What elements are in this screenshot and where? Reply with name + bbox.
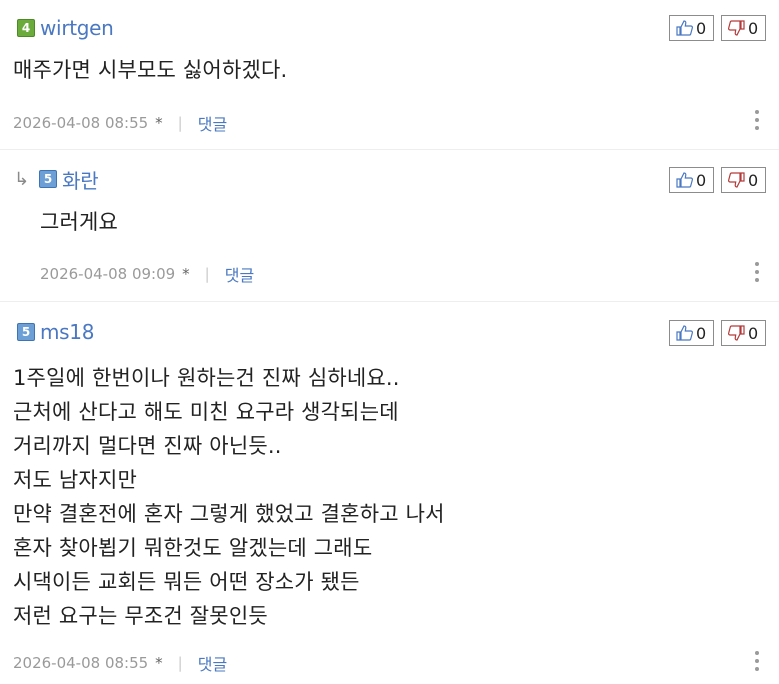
vote-group: 0 0: [669, 167, 766, 193]
reply-arrow-icon: ↳: [14, 168, 30, 190]
comment-datetime: 2026-04-08 08:55: [13, 654, 149, 672]
kebab-menu-icon[interactable]: [754, 651, 760, 671]
thumbs-down-icon: [728, 325, 745, 341]
dislike-button[interactable]: 0: [721, 320, 766, 346]
thumbs-down-icon: [728, 172, 745, 188]
meta-separator: |: [177, 654, 183, 672]
comment-line: 그러게요: [40, 210, 119, 234]
level-badge: 5: [17, 323, 35, 341]
nickname-link[interactable]: ms18: [40, 320, 94, 344]
dislike-button[interactable]: 0: [721, 167, 766, 193]
comment-item: 5 ms18 0 0 1주일에 한번이나 원하는건 진짜 심하네요.. 근처에 …: [0, 302, 779, 684]
kebab-menu-icon[interactable]: [754, 110, 760, 130]
kebab-menu-icon[interactable]: [754, 262, 760, 282]
comment-item: 4 wirtgen 0 0 매주가면 시부모도 싫어하겠다. 2026-04-0…: [0, 0, 779, 150]
like-count: 0: [696, 170, 707, 190]
comment-line: 저런 요구는 무조건 잘못인듯: [13, 604, 268, 628]
like-button[interactable]: 0: [669, 167, 714, 193]
comment-datetime: 2026-04-08 08:55: [13, 114, 149, 132]
like-count: 0: [696, 323, 707, 343]
comment-meta: 2026-04-08 08:55 * | 댓글: [13, 651, 227, 675]
comment-meta: 2026-04-08 09:09 * | 댓글: [40, 262, 254, 286]
comment-line: 저도 남자지만: [13, 468, 137, 492]
reply-link[interactable]: 댓글: [225, 262, 254, 286]
comment-body: 그러게요: [40, 205, 118, 239]
vote-group: 0 0: [669, 15, 766, 41]
like-button[interactable]: 0: [669, 320, 714, 346]
like-button[interactable]: 0: [669, 15, 714, 41]
nickname-link[interactable]: wirtgen: [40, 16, 114, 40]
comment-header: 5 ms18: [17, 319, 94, 345]
comment-meta: 2026-04-08 08:55 * | 댓글: [13, 111, 227, 135]
level-badge: 4: [17, 19, 35, 37]
comment-line: 시댁이든 교회든 뭐든 어떤 장소가 됐든: [13, 570, 360, 594]
thumbs-down-icon: [728, 20, 745, 36]
dislike-count: 0: [748, 18, 759, 38]
vote-group: 0 0: [669, 320, 766, 346]
reply-link[interactable]: 댓글: [198, 111, 227, 135]
comment-star: *: [155, 654, 163, 672]
comment-star: *: [182, 265, 190, 283]
thumbs-up-icon: [676, 325, 693, 341]
nickname-link[interactable]: 화란: [62, 165, 99, 194]
comment-line: 근처에 산다고 해도 미친 요구라 생각되는데: [13, 400, 399, 424]
like-count: 0: [696, 18, 707, 38]
comment-star: *: [155, 114, 163, 132]
thumbs-up-icon: [676, 20, 693, 36]
comment-line: 만약 결혼전에 혼자 그렇게 했었고 결혼하고 나서: [13, 502, 445, 526]
comment-header: 4 wirtgen: [17, 15, 114, 41]
reply-link[interactable]: 댓글: [198, 651, 227, 675]
dislike-count: 0: [748, 170, 759, 190]
comment-header: ↳ 5 화란: [14, 165, 99, 194]
comment-line: 혼자 찾아뵙기 뭐한것도 알겠는데 그래도: [13, 536, 373, 560]
meta-separator: |: [204, 265, 210, 283]
dislike-count: 0: [748, 323, 759, 343]
comment-datetime: 2026-04-08 09:09: [40, 265, 176, 283]
comment-body: 매주가면 시부모도 싫어하겠다.: [13, 53, 287, 87]
comment-body: 1주일에 한번이나 원하는건 진짜 심하네요.. 근처에 산다고 해도 미친 요…: [13, 361, 445, 633]
comment-line: 거리까지 멀다면 진짜 아닌듯..: [13, 434, 282, 458]
meta-separator: |: [177, 114, 183, 132]
dislike-button[interactable]: 0: [721, 15, 766, 41]
reply-comment-item: ↳ 5 화란 0 0 그러게요 2026-04-08 09:09 * | 댓글: [0, 150, 779, 302]
comment-line: 매주가면 시부모도 싫어하겠다.: [13, 58, 288, 82]
comment-line: 1주일에 한번이나 원하는건 진짜 심하네요..: [13, 366, 400, 390]
level-badge: 5: [39, 170, 58, 188]
thumbs-up-icon: [676, 172, 693, 188]
